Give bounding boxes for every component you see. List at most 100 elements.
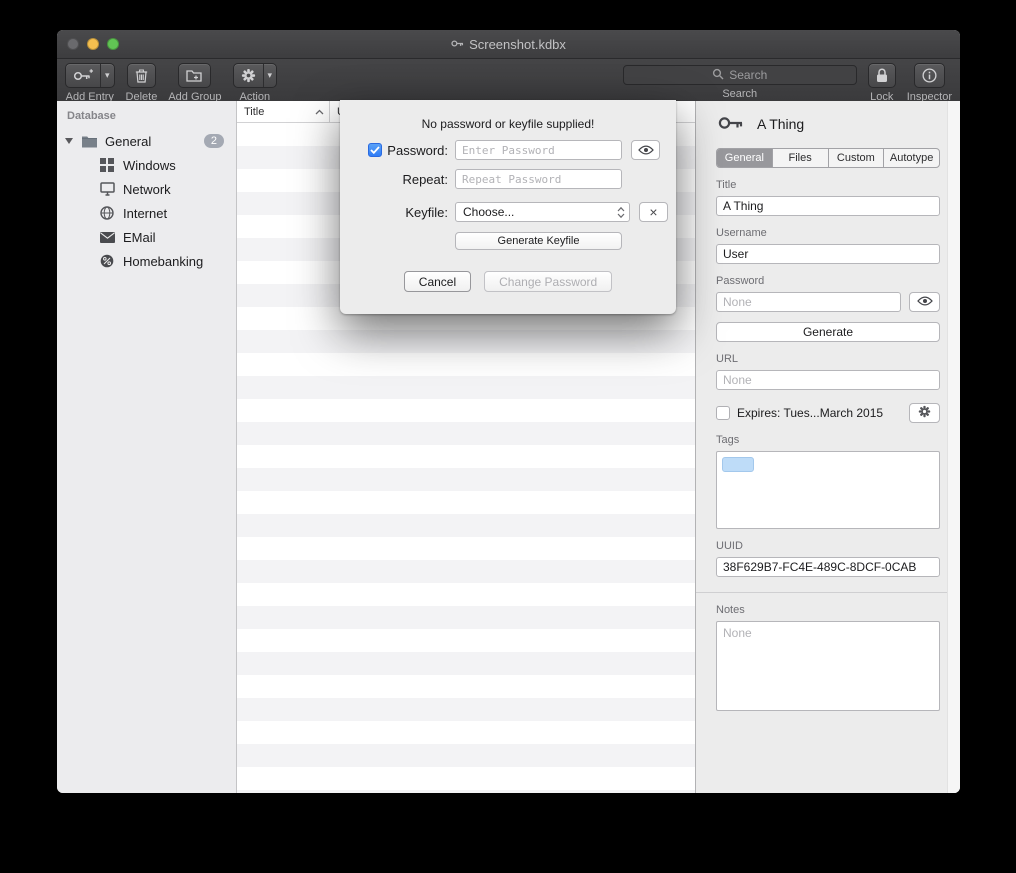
app-window: Screenshot.kdbx ▾ Add Entry Delete Add G… bbox=[57, 30, 960, 793]
sidebar-item-general[interactable]: General 2 bbox=[57, 129, 236, 153]
chevron-down-icon: ▾ bbox=[100, 64, 114, 87]
dialog-keyfile-label: Keyfile: bbox=[405, 205, 448, 220]
uuid-field[interactable] bbox=[716, 557, 940, 577]
sidebar-item-internet[interactable]: Internet bbox=[57, 201, 236, 225]
clear-keyfile-button[interactable]: × bbox=[639, 202, 668, 222]
sidebar-item-windows[interactable]: Windows bbox=[57, 153, 236, 177]
window-title: Screenshot.kdbx bbox=[469, 37, 566, 52]
gear-icon bbox=[918, 405, 931, 421]
lock-button[interactable]: Lock bbox=[868, 63, 896, 103]
tab-general[interactable]: General bbox=[717, 149, 773, 167]
folder-plus-icon bbox=[179, 64, 210, 87]
sidebar-item-email[interactable]: EMail bbox=[57, 225, 236, 249]
zoom-button[interactable] bbox=[107, 38, 119, 50]
action-button[interactable]: ▾ Action bbox=[233, 63, 278, 103]
eye-icon bbox=[638, 143, 654, 158]
dialog-message: No password or keyfile supplied! bbox=[340, 100, 676, 131]
traffic-lights bbox=[67, 38, 119, 50]
inspector-button[interactable]: Inspector bbox=[907, 63, 952, 103]
tab-autotype[interactable]: Autotype bbox=[884, 149, 939, 167]
disclosure-triangle-icon[interactable] bbox=[65, 138, 73, 144]
add-group-button[interactable]: Add Group bbox=[168, 63, 221, 103]
minimize-button[interactable] bbox=[87, 38, 99, 50]
globe-icon bbox=[98, 206, 116, 220]
sidebar-item-label: Network bbox=[123, 182, 236, 197]
info-icon bbox=[915, 64, 944, 87]
eye-icon bbox=[917, 295, 933, 309]
stepper-arrows-icon bbox=[617, 206, 629, 219]
tag-pill[interactable] bbox=[722, 457, 754, 472]
inspector-panel: A Thing General Files Custom Autotype Ti… bbox=[695, 101, 960, 793]
username-label: Username bbox=[716, 227, 940, 239]
chevron-down-icon: ▾ bbox=[263, 64, 277, 87]
uuid-label: UUID bbox=[716, 540, 940, 552]
title-field[interactable] bbox=[716, 196, 940, 216]
title-label: Title bbox=[716, 179, 940, 191]
sidebar: Database General 2 Windows Network bbox=[57, 101, 237, 793]
sidebar-header: Database bbox=[67, 110, 236, 122]
search-icon bbox=[712, 68, 724, 83]
expires-settings-button[interactable] bbox=[909, 403, 940, 423]
tags-label: Tags bbox=[716, 434, 940, 446]
keyfile-dropdown[interactable]: Choose... bbox=[455, 202, 630, 222]
dialog-repeat-label: Repeat: bbox=[402, 172, 448, 187]
entry-title: A Thing bbox=[757, 116, 804, 132]
search-placeholder: Search bbox=[729, 68, 767, 82]
dialog-password-input[interactable] bbox=[455, 140, 622, 160]
document-key-icon bbox=[451, 37, 464, 52]
close-x-icon: × bbox=[649, 205, 657, 219]
count-badge: 2 bbox=[204, 134, 224, 148]
sidebar-item-homebanking[interactable]: Homebanking bbox=[57, 249, 236, 273]
envelope-icon bbox=[98, 232, 116, 243]
coin-percent-icon bbox=[98, 254, 116, 268]
generate-password-button[interactable]: Generate bbox=[716, 322, 940, 342]
trash-icon bbox=[128, 64, 155, 87]
delete-button[interactable]: Delete bbox=[126, 63, 158, 103]
search-label: Search bbox=[722, 88, 757, 100]
key-plus-icon bbox=[66, 64, 100, 87]
gear-icon bbox=[234, 64, 263, 87]
sidebar-item-label: Homebanking bbox=[123, 254, 236, 269]
dialog-password-label: Password: bbox=[387, 143, 448, 158]
password-label: Password bbox=[716, 275, 940, 287]
url-field[interactable] bbox=[716, 370, 940, 390]
generate-keyfile-button[interactable]: Generate Keyfile bbox=[455, 232, 622, 250]
lock-icon bbox=[869, 64, 895, 87]
password-field[interactable] bbox=[716, 292, 901, 312]
sidebar-item-network[interactable]: Network bbox=[57, 177, 236, 201]
tags-field[interactable] bbox=[716, 451, 940, 529]
expires-checkbox[interactable] bbox=[716, 406, 730, 420]
dialog-reveal-password-button[interactable] bbox=[631, 140, 660, 160]
key-icon bbox=[718, 113, 744, 135]
change-password-button[interactable]: Change Password bbox=[484, 271, 612, 292]
password-checkbox[interactable] bbox=[368, 143, 382, 157]
titlebar: Screenshot.kdbx bbox=[57, 30, 960, 59]
sidebar-item-label: Internet bbox=[123, 206, 236, 221]
inspector-tabs: General Files Custom Autotype bbox=[716, 148, 940, 168]
sidebar-item-label: General bbox=[105, 134, 204, 149]
notes-field[interactable] bbox=[716, 621, 940, 711]
monitor-icon bbox=[98, 182, 116, 196]
toolbar: ▾ Add Entry Delete Add Group ▾ Action bbox=[57, 59, 960, 106]
expires-label: Expires: Tues...March 2015 bbox=[737, 406, 902, 420]
cancel-button[interactable]: Cancel bbox=[404, 271, 471, 292]
folder-icon bbox=[80, 135, 98, 148]
sidebar-item-label: Windows bbox=[123, 158, 236, 173]
column-header-title[interactable]: Title bbox=[237, 101, 330, 122]
tab-custom[interactable]: Custom bbox=[829, 149, 885, 167]
sidebar-item-label: EMail bbox=[123, 230, 236, 245]
dialog-repeat-input[interactable] bbox=[455, 169, 622, 189]
password-dialog: No password or keyfile supplied! Passwor… bbox=[340, 100, 676, 314]
close-button[interactable] bbox=[67, 38, 79, 50]
url-label: URL bbox=[716, 353, 940, 365]
reveal-password-button[interactable] bbox=[909, 292, 940, 312]
sort-ascending-icon bbox=[315, 106, 324, 118]
tab-files[interactable]: Files bbox=[773, 149, 829, 167]
divider bbox=[696, 592, 960, 593]
search-input[interactable]: Search bbox=[623, 65, 857, 85]
add-entry-button[interactable]: ▾ Add Entry bbox=[65, 63, 115, 103]
windows-icon bbox=[98, 158, 116, 172]
notes-label: Notes bbox=[716, 604, 940, 616]
inspector-scrollbar[interactable] bbox=[947, 101, 960, 793]
username-field[interactable] bbox=[716, 244, 940, 264]
